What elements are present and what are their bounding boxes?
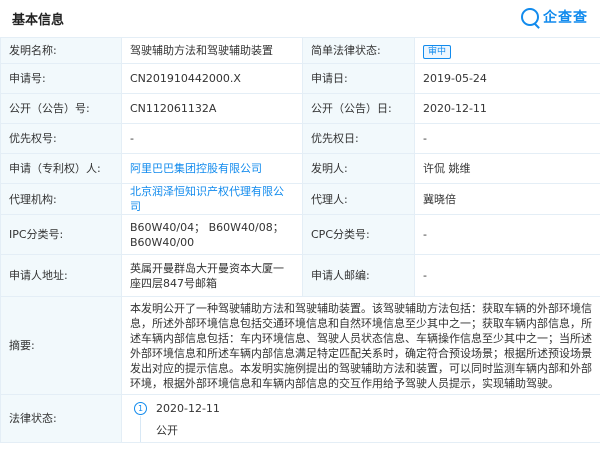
agent-label: 代理人: [302, 183, 415, 215]
search-logo-icon [521, 8, 539, 26]
pub-date-value: 2020-12-11 [414, 93, 600, 124]
table-row: 公开（公告）号: CN112061132A 公开（公告）日: 2020-12-1… [0, 93, 600, 124]
priority-date-label: 优先权日: [302, 123, 415, 154]
cpc-label: CPC分类号: [302, 214, 415, 255]
law-status-timeline: 1 2020-12-11 公开 [121, 394, 600, 443]
priority-no-value: - [121, 123, 303, 154]
timeline-line [140, 415, 141, 442]
pub-no-value: CN112061132A [121, 93, 303, 124]
address-value: 英属开曼群岛大开曼资本大厦一座四层847号邮箱 [121, 254, 303, 297]
inventor-value: 许侃 姚维 [414, 153, 600, 184]
address-label: 申请人地址: [0, 254, 122, 297]
patent-info-table: 发明名称: 驾驶辅助方法和驾驶辅助装置 简单法律状态: 审中 申请号: CN20… [0, 37, 600, 443]
invention-name-label: 发明名称: [0, 37, 122, 64]
cpc-value: - [414, 214, 600, 255]
table-row: 优先权号: - 优先权日: - [0, 123, 600, 154]
postcode-value: - [414, 254, 600, 297]
app-date-label: 申请日: [302, 63, 415, 94]
app-date-value: 2019-05-24 [414, 63, 600, 94]
ipc-label: IPC分类号: [0, 214, 122, 255]
law-status-label: 法律状态: [0, 394, 122, 443]
applicant-label: 申请（专利权）人: [0, 153, 122, 184]
applicant-cell: 阿里巴巴集团控股有限公司 [121, 153, 303, 184]
legal-status-label: 简单法律状态: [302, 37, 415, 64]
agency-link[interactable]: 北京润泽恒知识产权代理有限公司 [130, 185, 284, 213]
pub-no-label: 公开（公告）号: [0, 93, 122, 124]
agency-label: 代理机构: [0, 183, 122, 215]
law-status-desc: 公开 [156, 423, 178, 437]
legal-status-badge: 审中 [423, 44, 452, 59]
table-row: 申请人地址: 英属开曼群岛大开曼资本大厦一座四层847号邮箱 申请人邮编: - [0, 254, 600, 297]
law-status-date: 2020-12-11 [156, 401, 220, 415]
table-row: IPC分类号: B60W40/04； B60W40/08； B60W40/00 … [0, 214, 600, 255]
qichacha-logo[interactable]: 企查查 [521, 7, 588, 27]
agent-value: 冀晓倍 [414, 183, 600, 215]
inventor-label: 发明人: [302, 153, 415, 184]
ipc-value: B60W40/04； B60W40/08； B60W40/00 [121, 214, 303, 255]
invention-name-value: 驾驶辅助方法和驾驶辅助装置 [121, 37, 303, 64]
table-row: 代理机构: 北京润泽恒知识产权代理有限公司 代理人: 冀晓倍 [0, 183, 600, 215]
agency-cell: 北京润泽恒知识产权代理有限公司 [121, 183, 303, 215]
app-no-label: 申请号: [0, 63, 122, 94]
section-header: 基本信息 企查查 [0, 0, 600, 34]
abstract-label: 摘要: [0, 296, 122, 395]
postcode-label: 申请人邮编: [302, 254, 415, 297]
legal-status-cell: 审中 [414, 37, 600, 64]
applicant-link[interactable]: 阿里巴巴集团控股有限公司 [130, 162, 262, 175]
section-title: 基本信息 [12, 13, 65, 28]
pub-date-label: 公开（公告）日: [302, 93, 415, 124]
abstract-value: 本发明公开了一种驾驶辅助方法和驾驶辅助装置。该驾驶辅助方法包括：获取车辆的外部环… [121, 296, 600, 395]
priority-date-value: - [414, 123, 600, 154]
step-number-icon: 1 [134, 401, 147, 415]
table-row: 发明名称: 驾驶辅助方法和驾驶辅助装置 简单法律状态: 审中 [0, 37, 600, 64]
priority-no-label: 优先权号: [0, 123, 122, 154]
app-no-value: CN201910442000.X [121, 63, 303, 94]
table-row: 申请（专利权）人: 阿里巴巴集团控股有限公司 发明人: 许侃 姚维 [0, 153, 600, 184]
table-row: 申请号: CN201910442000.X 申请日: 2019-05-24 [0, 63, 600, 94]
table-row: 摘要: 本发明公开了一种驾驶辅助方法和驾驶辅助装置。该驾驶辅助方法包括：获取车辆… [0, 296, 600, 395]
table-row: 法律状态: 1 2020-12-11 公开 [0, 394, 600, 443]
logo-text: 企查查 [543, 10, 588, 26]
